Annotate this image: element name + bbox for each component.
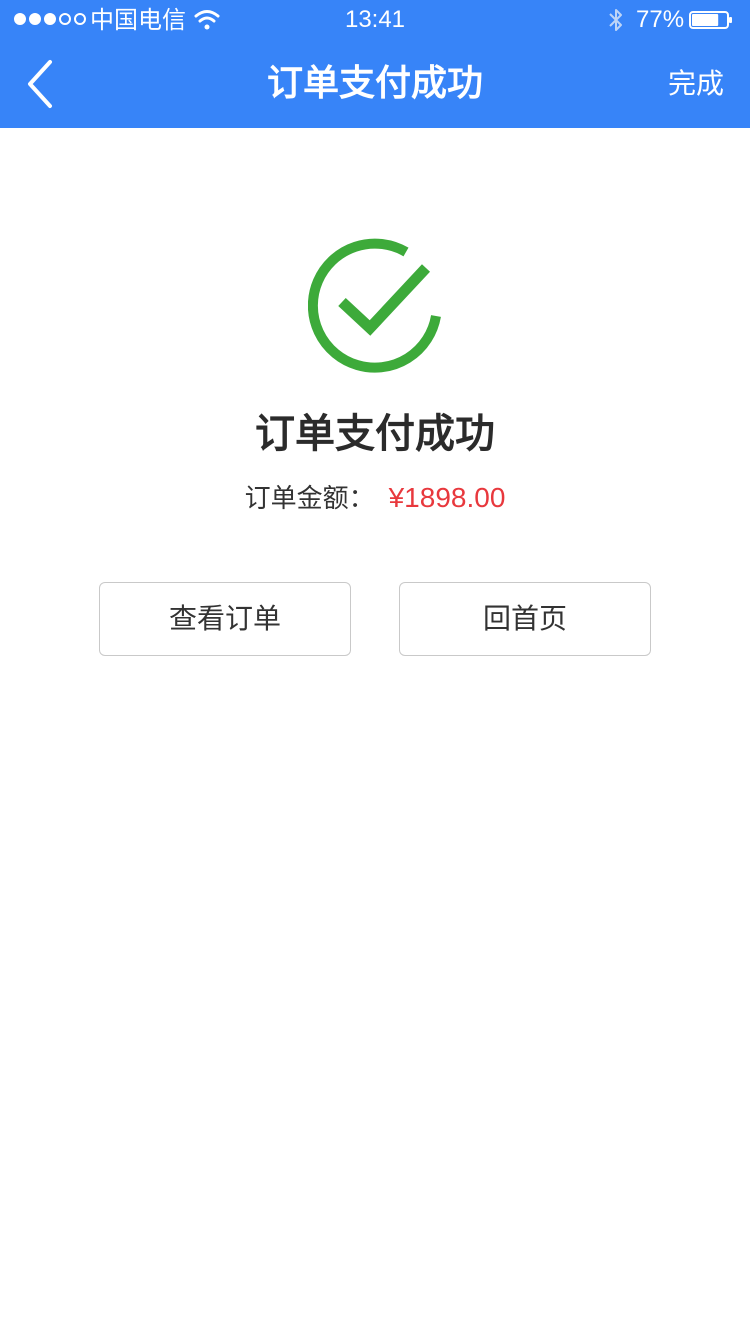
battery-icon xyxy=(689,11,732,29)
header: 中国电信 13:41 77% 订单支付成功 完成 xyxy=(0,0,750,128)
amount-value: ¥1898.00 xyxy=(388,482,506,513)
success-title: 订单支付成功 xyxy=(255,411,495,457)
page-title: 订单支付成功 xyxy=(266,63,483,104)
success-check-icon xyxy=(308,238,441,373)
amount-label: 订单金额： xyxy=(244,484,375,514)
battery-percentage: 77% xyxy=(636,6,685,33)
status-bar: 中国电信 13:41 77% xyxy=(0,0,750,40)
done-button[interactable]: 完成 xyxy=(668,64,724,104)
navigation-bar: 订单支付成功 完成 xyxy=(0,40,750,128)
view-order-button[interactable]: 查看订单 xyxy=(99,582,351,656)
order-amount-row: 订单金额： ¥1898.00 xyxy=(0,478,750,519)
bluetooth-icon xyxy=(609,9,622,31)
back-home-button[interactable]: 回首页 xyxy=(399,582,651,656)
